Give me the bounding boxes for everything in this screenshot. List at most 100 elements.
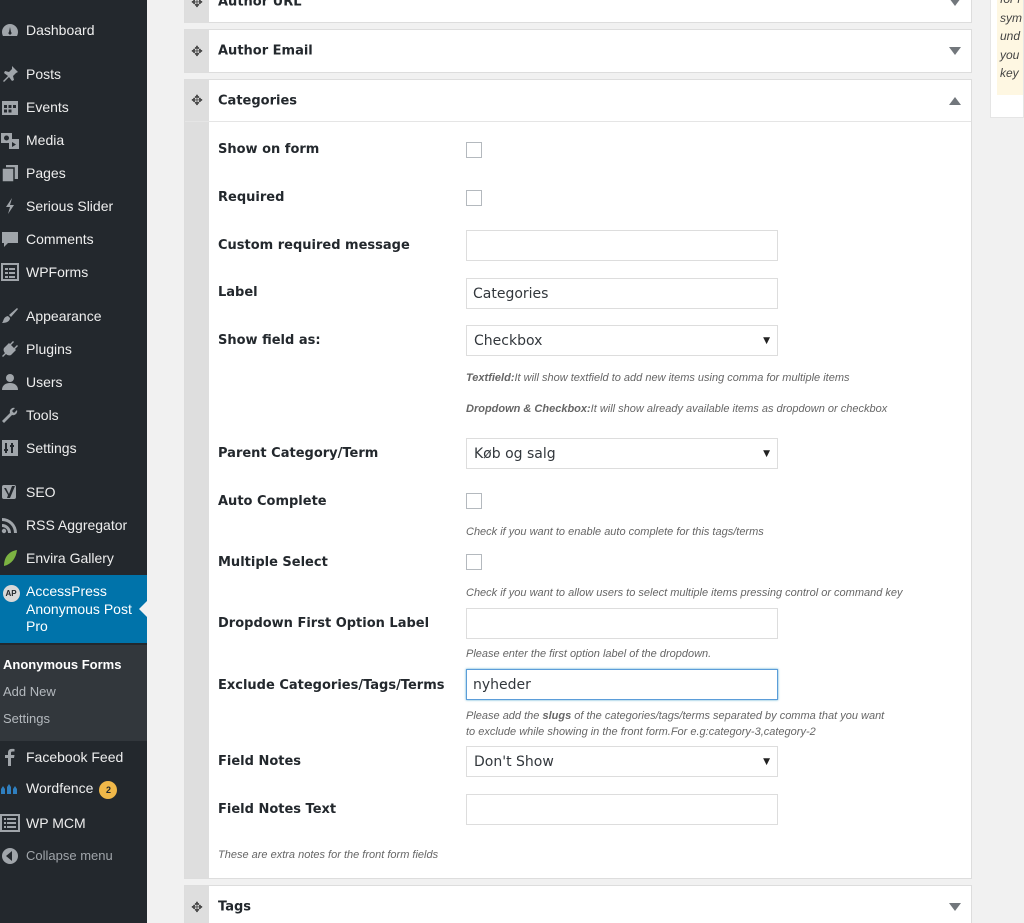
show-field-as-select[interactable]: Checkbox ▼ [466, 325, 778, 356]
accesspress-submenu: Anonymous Forms Add New Settings [0, 645, 147, 741]
show-on-form-checkbox[interactable] [466, 142, 482, 158]
menu-wordfence-text: Wordfence [26, 780, 94, 797]
show-field-as-label: Show field as: [218, 333, 321, 348]
drag-handle-icon[interactable]: ✥ [185, 30, 209, 72]
menu-serious-slider[interactable]: Serious Slider [0, 189, 147, 222]
menu-settings[interactable]: Settings [0, 431, 147, 464]
menu-wpforms[interactable]: WPForms [0, 255, 147, 288]
menu-dashboard[interactable]: Dashboard [0, 13, 147, 46]
auto-complete-note: Check if you want to enable auto complet… [466, 526, 764, 538]
menu-comments[interactable]: Comments [0, 222, 147, 255]
main-content: ✥ Author URL ✥ Author Email ✥ Categories… [147, 0, 1024, 923]
calendar-icon [0, 97, 20, 117]
menu-users[interactable]: Users [0, 365, 147, 398]
panel-tags-header[interactable]: ✥ Tags [185, 886, 971, 923]
collapse-menu-label: Collapse menu [26, 848, 113, 863]
textfield-note: Textfield:It will show textfield to add … [466, 372, 850, 384]
required-checkbox[interactable] [466, 190, 482, 206]
yoast-icon [0, 482, 20, 502]
custom-required-message-input[interactable] [466, 230, 778, 261]
parent-category-select[interactable]: Køb og salg ▼ [466, 438, 778, 469]
comment-icon [0, 229, 20, 249]
menu-seo[interactable]: SEO [0, 475, 147, 508]
dashboard-icon [0, 20, 20, 40]
wordfence-icon [0, 780, 20, 800]
chevron-down-icon[interactable] [948, 45, 962, 57]
submenu-add-new[interactable]: Add New [3, 684, 56, 699]
menu-facebook-feed[interactable]: Facebook Feed [0, 740, 147, 773]
help-line: you [1000, 47, 1020, 62]
dropdown-checkbox-note: Dropdown & Checkbox:It will show already… [466, 403, 887, 415]
menu-tools[interactable]: Tools [0, 398, 147, 431]
collapse-menu-button[interactable]: Collapse menu [0, 839, 147, 872]
menu-pages[interactable]: Pages [0, 156, 147, 189]
auto-complete-checkbox[interactable] [466, 493, 482, 509]
field-notes-text-label: Field Notes Text [218, 802, 337, 817]
menu-rss-aggregator-label: RSS Aggregator [26, 516, 128, 533]
chevron-down-icon[interactable] [948, 0, 962, 8]
drag-handle-icon[interactable]: ✥ [185, 80, 209, 121]
dropdown-first-option-label: Dropdown First Option Label [218, 616, 430, 631]
label-input[interactable]: Categories [466, 278, 778, 309]
panel-categories-header[interactable]: ✥ Categories [185, 80, 971, 122]
pages-icon [0, 163, 20, 183]
exclude-terms-note-bold: slugs [542, 710, 572, 722]
panel-categories-title: Categories [218, 93, 298, 108]
field-notes-text-input[interactable] [466, 794, 778, 825]
admin-sidebar: Dashboard Posts Events Media Pages Serio… [0, 0, 147, 923]
exclude-terms-input[interactable]: nyheder [466, 669, 778, 700]
help-box: for r sym und you key [990, 0, 1024, 118]
field-notes-select[interactable]: Don't Show ▼ [466, 746, 778, 777]
menu-wp-mcm-label: WP MCM [26, 814, 86, 831]
menu-accesspress-label: AccessPress Anonymous Post Pro [26, 583, 132, 634]
menu-rss-aggregator[interactable]: RSS Aggregator [0, 508, 147, 541]
dropdown-caret-icon: ▼ [763, 756, 770, 767]
drag-handle-icon[interactable]: ✥ [185, 0, 209, 23]
menu-comments-label: Comments [26, 230, 94, 247]
panel-tags-title: Tags [218, 899, 252, 915]
brush-icon [0, 306, 20, 326]
pin-icon [0, 64, 20, 84]
menu-appearance[interactable]: Appearance [0, 299, 147, 332]
update-count-badge: 2 [99, 780, 118, 799]
menu-tools-label: Tools [26, 406, 59, 423]
custom-required-message-label: Custom required message [218, 238, 410, 253]
menu-seo-label: SEO [26, 483, 56, 500]
user-icon [0, 372, 20, 392]
submenu-anonymous-forms[interactable]: Anonymous Forms [3, 657, 121, 672]
menu-plugins[interactable]: Plugins [0, 332, 147, 365]
field-notes-value: Don't Show [474, 753, 554, 770]
panel-author-email-header[interactable]: ✥ Author Email [185, 30, 971, 72]
multiple-select-label: Multiple Select [218, 555, 328, 570]
settings-icon [0, 438, 20, 458]
drag-handle-icon[interactable]: ✥ [185, 886, 209, 923]
menu-wordfence[interactable]: Wordfence 2 [0, 773, 147, 806]
menu-envira-gallery[interactable]: Envira Gallery [0, 541, 147, 574]
slider-icon [0, 196, 20, 216]
menu-media[interactable]: Media [0, 123, 147, 156]
media-icon [0, 130, 20, 150]
dropdown-caret-icon: ▼ [763, 335, 770, 346]
menu-posts-label: Posts [26, 65, 62, 82]
menu-facebook-feed-label: Facebook Feed [26, 748, 124, 765]
dropdown-checkbox-note-bold: Dropdown & Checkbox: [466, 403, 591, 415]
chevron-down-icon[interactable] [948, 901, 962, 913]
menu-wpforms-label: WPForms [26, 263, 89, 280]
help-line: und [1000, 29, 1021, 43]
menu-posts[interactable]: Posts [0, 57, 147, 90]
multiple-select-checkbox[interactable] [466, 554, 482, 570]
panel-author-email-title: Author Email [218, 43, 313, 59]
submenu-settings[interactable]: Settings [3, 711, 50, 726]
menu-events[interactable]: Events [0, 90, 147, 123]
menu-wp-mcm[interactable]: WP MCM [0, 806, 147, 839]
ap-badge: AP [2, 584, 20, 602]
leaf-icon [0, 548, 20, 568]
menu-pages-label: Pages [26, 164, 66, 181]
menu-accesspress-anonymous-post-pro[interactable]: AP AccessPress Anonymous Post Pro [0, 575, 147, 643]
dropdown-checkbox-note-text: It will show already available items as … [590, 403, 888, 415]
dropdown-first-option-input[interactable] [466, 608, 778, 639]
panel-author-url-header[interactable]: ✥ Author URL [185, 0, 971, 23]
show-on-form-label: Show on form [218, 142, 320, 157]
required-label: Required [218, 190, 285, 205]
chevron-up-icon[interactable] [948, 95, 962, 107]
